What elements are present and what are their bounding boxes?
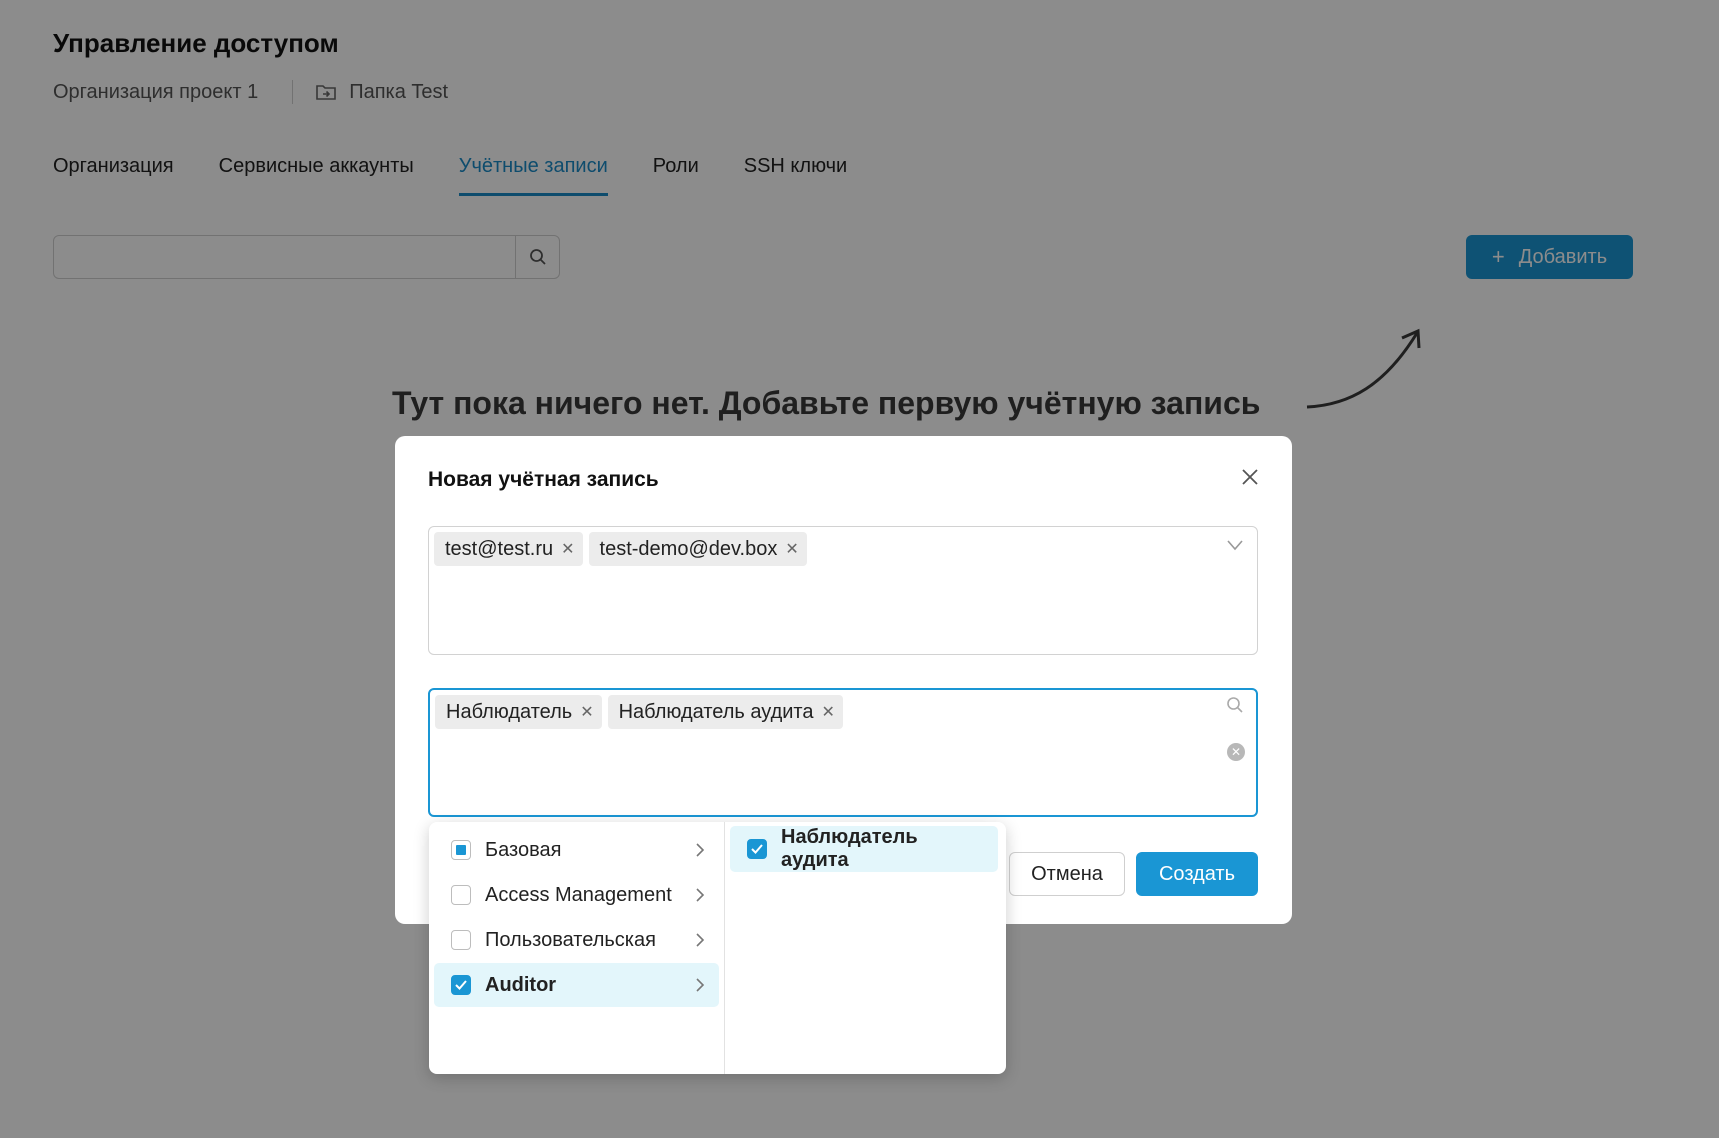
role-item-audit-observer[interactable]: Наблюдатель аудита xyxy=(730,826,998,872)
role-group-item-auditor[interactable]: Auditor xyxy=(434,963,719,1007)
chevron-down-icon[interactable] xyxy=(1226,539,1244,551)
role-group-item-access-management[interactable]: Access Management xyxy=(434,873,719,917)
modal-title: Новая учётная запись xyxy=(428,468,659,491)
user-chip: test@test.ru ✕ xyxy=(434,532,583,566)
role-chip: Наблюдатель ✕ xyxy=(435,695,602,729)
role-label: Наблюдатель аудита xyxy=(781,826,918,871)
users-chips: test@test.ru ✕ test-demo@dev.box ✕ xyxy=(434,532,813,566)
role-chip-label: Наблюдатель xyxy=(446,700,573,723)
role-groups-list: Базовая Access Management Пользовательск… xyxy=(429,822,725,1074)
checkbox[interactable] xyxy=(451,930,471,950)
checkbox-checked[interactable] xyxy=(451,975,471,995)
check-icon xyxy=(455,980,467,990)
clear-icon[interactable]: ✕ xyxy=(1227,743,1245,761)
role-group-item-custom[interactable]: Пользовательская xyxy=(434,918,719,962)
chevron-right-icon xyxy=(696,888,705,902)
user-chip: test-demo@dev.box ✕ xyxy=(588,532,807,566)
roles-chips: Наблюдатель ✕ Наблюдатель аудита ✕ xyxy=(435,695,849,729)
chevron-right-icon xyxy=(696,933,705,947)
chip-remove-icon[interactable]: ✕ xyxy=(822,702,835,722)
search-icon xyxy=(1227,697,1243,713)
chip-remove-icon[interactable]: ✕ xyxy=(561,539,574,559)
role-group-label: Базовая xyxy=(485,838,562,861)
role-group-label: Auditor xyxy=(485,973,557,996)
roles-dropdown: Базовая Access Management Пользовательск… xyxy=(429,822,1006,1074)
role-group-label: Пользовательская xyxy=(485,928,656,951)
check-icon xyxy=(751,844,763,854)
checkbox-partial[interactable] xyxy=(451,840,471,860)
roles-list: Наблюдатель аудита xyxy=(725,822,1006,1074)
user-chip-label: test-demo@dev.box xyxy=(599,537,778,560)
chevron-right-icon xyxy=(696,843,705,857)
chip-remove-icon[interactable]: ✕ xyxy=(785,539,798,559)
role-chip-label: Наблюдатель аудита xyxy=(618,700,814,723)
roles-select-field[interactable]: Наблюдатель ✕ Наблюдатель аудита ✕ ✕ xyxy=(428,688,1258,817)
role-group-label: Access Management xyxy=(485,883,672,906)
users-select-field[interactable]: test@test.ru ✕ test-demo@dev.box ✕ xyxy=(428,526,1258,655)
cancel-button[interactable]: Отмена xyxy=(1009,852,1125,896)
close-button[interactable] xyxy=(1238,465,1262,489)
checkbox-checked[interactable] xyxy=(747,839,767,859)
user-chip-label: test@test.ru xyxy=(445,537,554,560)
checkbox[interactable] xyxy=(451,885,471,905)
role-group-item-basic[interactable]: Базовая xyxy=(434,828,719,872)
chip-remove-icon[interactable]: ✕ xyxy=(580,702,593,722)
chevron-right-icon xyxy=(696,978,705,992)
role-chip: Наблюдатель аудита ✕ xyxy=(607,695,843,729)
create-button[interactable]: Создать xyxy=(1136,852,1258,896)
close-icon xyxy=(1242,469,1258,485)
